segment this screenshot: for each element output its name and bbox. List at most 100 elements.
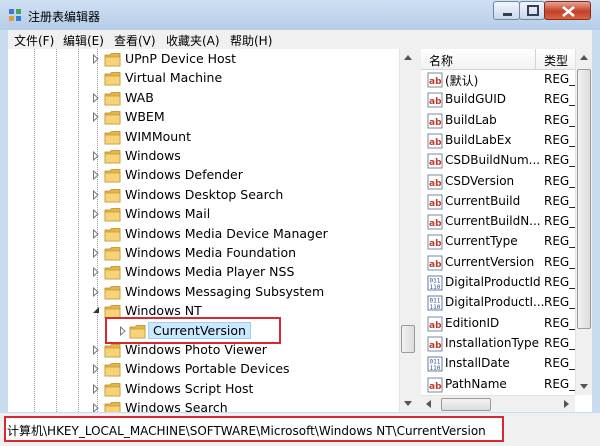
- string-value-icon: ab: [427, 255, 443, 271]
- column-type-header[interactable]: 类型: [544, 52, 568, 69]
- value-name: EditionID: [445, 315, 500, 330]
- menu-bar: 文件(F) 编辑(E) 查看(V) 收藏夹(A) 帮助(H): [8, 30, 592, 49]
- menu-view[interactable]: 查看(V): [114, 32, 156, 49]
- collapsed-arrow-icon[interactable]: [92, 286, 100, 297]
- value-name: CSDBuildNum...: [445, 153, 541, 168]
- column-header: 名称 类型: [421, 49, 592, 70]
- value-row[interactable]: ab (默认) REG_: [421, 70, 592, 90]
- string-value-icon: ab: [427, 234, 443, 250]
- value-type: REG_: [544, 173, 576, 188]
- scroll-up-icon[interactable]: [400, 49, 416, 66]
- value-type: REG_: [544, 72, 576, 86]
- svg-text:110: 110: [430, 284, 441, 291]
- values-hscroll-thumb[interactable]: [441, 398, 491, 411]
- scroll-down-icon[interactable]: [576, 378, 592, 395]
- collapsed-arrow-icon[interactable]: [92, 189, 100, 200]
- folder-icon: [104, 91, 121, 106]
- tree-scroll-thumb[interactable]: [401, 325, 415, 353]
- folder-icon: [104, 402, 121, 412]
- value-row[interactable]: ab PathName REG_: [421, 375, 592, 395]
- collapsed-arrow-icon[interactable]: [92, 383, 100, 394]
- close-button[interactable]: [544, 1, 591, 20]
- tree-item-label: Windows Photo Viewer: [125, 342, 267, 357]
- column-separator[interactable]: [535, 49, 536, 69]
- collapsed-arrow-icon[interactable]: [92, 151, 100, 161]
- folder-icon: [104, 72, 121, 86]
- tree-item-label: Windows Media Device Manager: [125, 225, 328, 241]
- collapsed-arrow-icon[interactable]: [92, 92, 100, 103]
- binary-value-icon: 011110: [427, 356, 443, 372]
- value-row[interactable]: ab CSDVersion REG_: [421, 172, 592, 192]
- value-type: REG_: [544, 112, 576, 127]
- title-bar[interactable]: 注册表编辑器: [0, 0, 600, 30]
- collapsed-arrow-icon[interactable]: [92, 248, 100, 258]
- tree-item-label: Windows Search: [125, 400, 228, 412]
- menu-favorites[interactable]: 收藏夹(A): [166, 32, 220, 49]
- value-row[interactable]: ab BuildGUID REG_: [421, 90, 592, 110]
- value-name: DigitalProductI...: [445, 295, 545, 310]
- value-type: REG_: [544, 132, 576, 147]
- value-row[interactable]: ab CurrentBuild REG_: [421, 192, 592, 212]
- menu-edit[interactable]: 编辑(E): [63, 32, 104, 49]
- tree-item-label: WBEM: [125, 109, 165, 125]
- tree-guide-line: [78, 49, 79, 412]
- value-type: REG_: [544, 254, 576, 269]
- values-vertical-scrollbar[interactable]: [575, 49, 592, 395]
- value-row[interactable]: ab BuildLabEx REG_: [421, 131, 592, 151]
- value-row[interactable]: 011 110 DigitalProductI... REG_: [421, 293, 592, 313]
- tree-scrollbar[interactable]: [399, 49, 416, 412]
- values-scroll-thumb[interactable]: [577, 69, 591, 329]
- value-row[interactable]: ab CurrentVersion REG_: [421, 253, 592, 273]
- scroll-right-icon[interactable]: [558, 396, 574, 412]
- value-name: CurrentBuildN...: [445, 214, 541, 229]
- folder-icon: [104, 247, 121, 261]
- value-row[interactable]: ab CSDBuildNum... REG_: [421, 151, 592, 171]
- collapsed-arrow-icon[interactable]: [92, 267, 100, 278]
- svg-text:ab: ab: [429, 341, 442, 351]
- value-row[interactable]: ab BuildLab REG_: [421, 111, 592, 131]
- tree-item-label: Windows: [125, 148, 181, 163]
- maximize-button[interactable]: [519, 1, 545, 20]
- value-row[interactable]: ab EditionID REG_: [421, 314, 592, 334]
- collapsed-arrow-icon[interactable]: [92, 170, 100, 181]
- tree-item-label: Windows Script Host: [125, 380, 254, 396]
- client-area: UPnP Device Host Virtual Machine WAB WBEM WI…: [8, 49, 592, 412]
- value-row[interactable]: ab CurrentBuildN... REG_: [421, 212, 592, 232]
- string-value-icon: ab: [427, 153, 443, 169]
- highlight-box-tree: [105, 317, 281, 344]
- menu-file[interactable]: 文件(F): [14, 32, 54, 49]
- value-row[interactable]: ab CurrentType REG_: [421, 232, 592, 252]
- scroll-up-icon[interactable]: [576, 49, 592, 66]
- value-row[interactable]: ab InstallationType REG_: [421, 334, 592, 354]
- menu-help[interactable]: 帮助(H): [230, 32, 272, 49]
- svg-text:ab: ab: [429, 179, 442, 189]
- minimize-button[interactable]: [493, 1, 520, 20]
- tree-item-label: Windows NT: [125, 303, 202, 319]
- collapsed-arrow-icon[interactable]: [92, 112, 100, 123]
- scroll-down-icon[interactable]: [400, 395, 416, 412]
- value-type: REG_: [544, 376, 576, 391]
- collapsed-arrow-icon[interactable]: [92, 228, 100, 239]
- folder-icon: [104, 382, 121, 397]
- folder-icon: [104, 111, 121, 125]
- value-type: REG_: [544, 315, 576, 330]
- column-name-header[interactable]: 名称: [429, 52, 453, 69]
- value-row[interactable]: 011 110 DigitalProductId REG_: [421, 273, 592, 293]
- scroll-left-icon[interactable]: [421, 396, 437, 412]
- collapsed-arrow-icon[interactable]: [92, 345, 100, 355]
- tree-item-label: UPnP Device Host: [125, 51, 237, 66]
- tree-item-label: Windows Defender: [125, 167, 243, 183]
- collapsed-arrow-icon[interactable]: [92, 403, 100, 412]
- value-row[interactable]: 011 110 InstallDate REG_: [421, 354, 592, 374]
- value-type: REG_: [544, 295, 576, 310]
- value-name: CurrentVersion: [445, 254, 535, 269]
- collapsed-arrow-icon[interactable]: [92, 209, 100, 220]
- expanded-arrow-icon[interactable]: [92, 306, 100, 316]
- collapsed-arrow-icon[interactable]: [92, 54, 100, 64]
- tree-item-label: Windows Media Foundation: [125, 245, 297, 260]
- values-horizontal-scrollbar[interactable]: [421, 395, 575, 412]
- binary-value-icon: 011110: [427, 295, 443, 311]
- value-name: BuildGUID: [445, 92, 506, 107]
- collapsed-arrow-icon[interactable]: [92, 364, 100, 375]
- value-name: (默认): [445, 74, 479, 88]
